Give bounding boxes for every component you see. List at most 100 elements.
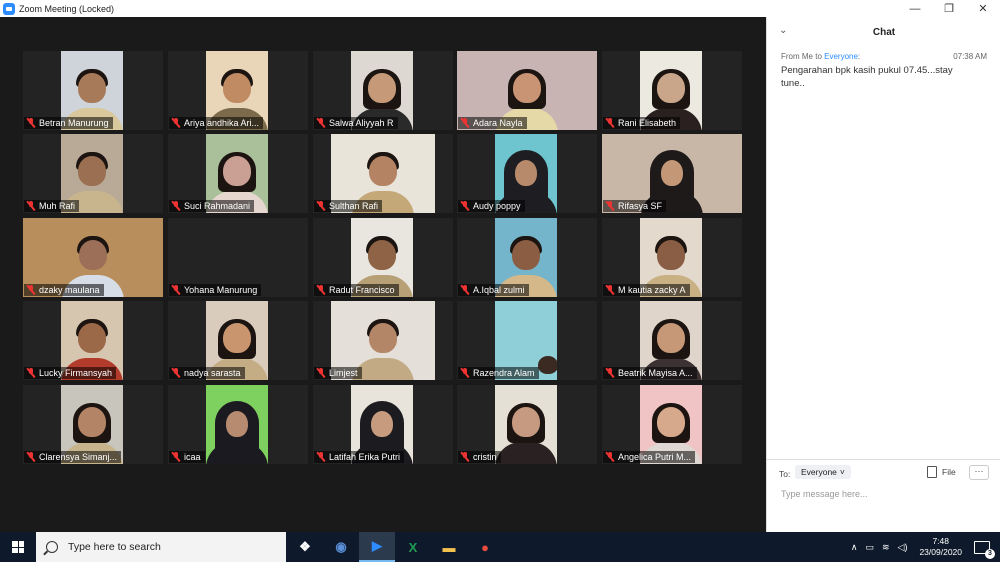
participant-face <box>79 240 107 270</box>
participant-nameplate: Latifah Erika Putri <box>314 451 405 463</box>
message-from-label: From Me to <box>781 52 825 61</box>
participant-nameplate: A.Iqbal zulmi <box>458 284 529 296</box>
message-recipient-colon: : <box>857 52 861 61</box>
notification-icon[interactable]: 3 <box>974 540 995 559</box>
participant-name: Betran Manurung <box>39 118 109 128</box>
participant-name: Suci Rahmadani <box>184 201 251 211</box>
participant-tile[interactable]: icaa <box>168 385 308 464</box>
participant-tile[interactable]: dzaky maulana <box>23 218 163 297</box>
zoom-taskbar-button[interactable]: ▶ <box>359 532 395 562</box>
chevron-up-icon[interactable]: ∧ <box>851 542 858 553</box>
participant-face <box>368 240 396 270</box>
participant-tile[interactable]: Rani Elisabeth <box>602 51 742 130</box>
participant-face <box>515 160 537 186</box>
participant-tile[interactable]: Audy poppy <box>457 134 597 213</box>
participant-video <box>495 385 557 464</box>
chevron-down-icon: ˅ <box>839 467 845 477</box>
volume-icon[interactable]: ◁) <box>898 542 908 553</box>
participant-nameplate: Razendra Alam <box>458 367 539 379</box>
participant-face <box>657 323 685 353</box>
message-input[interactable] <box>779 488 983 500</box>
excel-icon: X <box>408 539 418 555</box>
muted-mic-icon <box>171 118 181 128</box>
muted-mic-icon <box>26 285 36 295</box>
participant-name: A.Iqbal zulmi <box>473 285 525 295</box>
file-label: File <box>942 467 956 477</box>
participant-tile[interactable]: Radut Francisco <box>313 218 453 297</box>
recipient-dropdown[interactable]: Everyone ˅ <box>795 465 851 479</box>
muted-mic-icon <box>26 118 36 128</box>
participant-tile[interactable]: Beatrik Mayisa A... <box>602 301 742 380</box>
muted-mic-icon <box>460 201 470 211</box>
browser-taskbar-button[interactable]: ◉ <box>323 532 359 562</box>
participant-tile[interactable]: Salwa Aliyyah R <box>313 51 453 130</box>
participant-body <box>495 442 557 464</box>
window-controls: — ❐ ✕ <box>898 0 1000 17</box>
participant-name: cristin <box>473 452 497 462</box>
participant-nameplate: dzaky maulana <box>24 284 104 296</box>
task-view-taskbar-button[interactable]: ❖ <box>287 532 323 562</box>
clock-date: 23/09/2020 <box>919 547 962 557</box>
participant-name: Salwa Aliyyah R <box>329 118 394 128</box>
minimize-button[interactable]: — <box>898 0 932 17</box>
participant-tile[interactable]: Razendra Alam <box>457 301 597 380</box>
file-button[interactable]: File <box>927 466 956 478</box>
participant-tile[interactable]: nadya sarasta <box>168 301 308 380</box>
participant-nameplate: Muh Rafi <box>24 200 80 212</box>
file-explorer-taskbar-button[interactable]: ▬ <box>431 532 467 562</box>
file-explorer-icon: ▬ <box>442 539 456 555</box>
participant-tile[interactable]: Lucky Firmansyah <box>23 301 163 380</box>
taskbar-search[interactable]: Type here to search <box>36 532 286 562</box>
muted-mic-icon <box>171 452 181 462</box>
participant-name: icaa <box>184 452 201 462</box>
participant-tile[interactable]: cristin <box>457 385 597 464</box>
participant-video <box>206 385 268 464</box>
participant-nameplate: Rani Elisabeth <box>603 117 681 129</box>
participant-tile[interactable]: Latifah Erika Putri <box>313 385 453 464</box>
muted-mic-icon <box>605 368 615 378</box>
muted-mic-icon <box>605 201 615 211</box>
participant-face <box>537 356 557 374</box>
participant-face <box>78 407 106 437</box>
muted-mic-icon <box>605 452 615 462</box>
windows-logo-icon <box>12 541 24 553</box>
participant-tile[interactable]: Limjest <box>313 301 453 380</box>
recipient-value: Everyone <box>801 467 837 477</box>
chrome-taskbar-button[interactable]: ● <box>467 532 503 562</box>
close-button[interactable]: ✕ <box>966 0 1000 17</box>
participant-tile[interactable]: Betran Manurung <box>23 51 163 130</box>
participant-tile[interactable]: Adara Nayla <box>457 51 597 130</box>
participant-name: Beatrik Mayisa A... <box>618 368 693 378</box>
participant-tile[interactable]: Ariya andhika Ari... <box>168 51 308 130</box>
participant-tile[interactable]: Rifasya SF <box>602 134 742 213</box>
participant-face <box>226 411 248 437</box>
muted-mic-icon <box>460 285 470 295</box>
participant-name: M kautia zacky A <box>618 285 686 295</box>
battery-icon[interactable]: ▭ <box>865 542 874 553</box>
participant-face <box>512 240 540 270</box>
wifi-icon[interactable]: ≋ <box>882 542 890 553</box>
participant-tile[interactable]: Sulthan Rafi <box>313 134 453 213</box>
participant-tile[interactable]: Angelica Putri M... <box>602 385 742 464</box>
participant-face <box>657 73 685 103</box>
more-options-button[interactable]: ··· <box>969 465 989 480</box>
clock[interactable]: 7:48 23/09/2020 <box>919 536 962 558</box>
participant-tile[interactable]: Yohana Manurung <box>168 218 308 297</box>
participant-face <box>78 156 106 186</box>
participant-name: Radut Francisco <box>329 285 395 295</box>
participant-tile[interactable]: Clarensya Simanj... <box>23 385 163 464</box>
restore-button[interactable]: ❐ <box>932 0 966 17</box>
window-titlebar: Zoom Meeting (Locked) — ❐ ✕ <box>0 0 1000 17</box>
participant-tile[interactable]: A.Iqbal zulmi <box>457 218 597 297</box>
participant-tile[interactable]: Suci Rahmadani <box>168 134 308 213</box>
participant-tile[interactable]: Muh Rafi <box>23 134 163 213</box>
muted-mic-icon <box>460 452 470 462</box>
participant-face <box>223 73 251 103</box>
to-label: To: <box>779 469 791 479</box>
muted-mic-icon <box>26 201 36 211</box>
message-time: 07:38 AM <box>953 52 987 61</box>
muted-mic-icon <box>316 452 326 462</box>
participant-tile[interactable]: M kautia zacky A <box>602 218 742 297</box>
excel-taskbar-button[interactable]: X <box>395 532 431 562</box>
start-button[interactable] <box>0 532 36 562</box>
